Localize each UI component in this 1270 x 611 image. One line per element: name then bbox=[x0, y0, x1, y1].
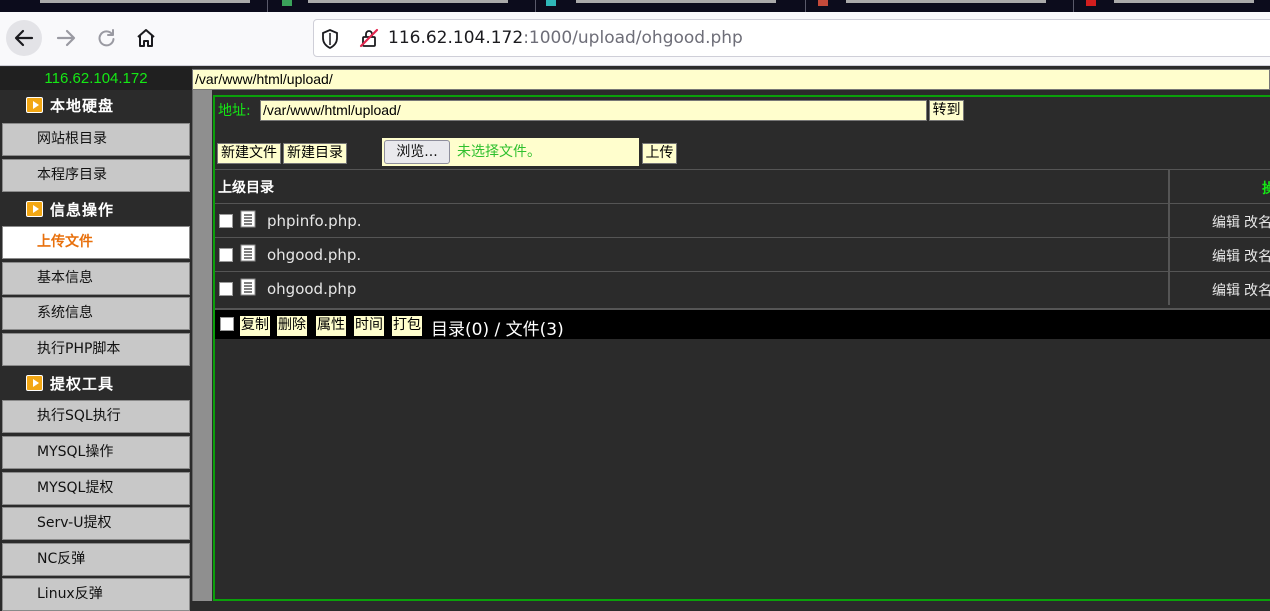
insecure-lock-icon[interactable] bbox=[359, 28, 379, 48]
top-path-bar: /var/www/html/upload/ bbox=[192, 69, 1270, 90]
sidebar-item-program-dir[interactable]: 本程序目录 bbox=[2, 159, 190, 192]
sidebar-item-linux-reverse[interactable]: Linux反弹 bbox=[2, 578, 190, 611]
copy-button[interactable]: 复制 bbox=[240, 316, 270, 336]
file-icon bbox=[240, 244, 256, 262]
section-title: 提权工具 bbox=[50, 375, 115, 393]
section-title: 信息操作 bbox=[50, 201, 115, 219]
address-input[interactable]: /var/www/html/upload/ bbox=[260, 100, 927, 121]
host-ip: 116.62.104.172 bbox=[0, 67, 192, 90]
sidebar-section-local-disk: 本地硬盘 bbox=[0, 90, 192, 122]
sidebar-item-servu-priv[interactable]: Serv-U提权 bbox=[2, 507, 190, 540]
browser-tab-3[interactable] bbox=[536, 0, 806, 12]
sidebar-item-system-info[interactable]: 系统信息 bbox=[2, 297, 190, 330]
sidebar: 本地硬盘 网站根目录 本程序目录 信息操作 上传文件 基本信息 系统信息 执行P… bbox=[0, 90, 192, 611]
browser-tab-4[interactable] bbox=[806, 0, 1074, 12]
file-name-link[interactable]: phpinfo.php. bbox=[267, 212, 362, 230]
play-icon bbox=[26, 375, 43, 391]
upload-button[interactable]: 上传 bbox=[642, 143, 677, 164]
file-icon bbox=[240, 278, 256, 296]
file-manager-panel: 地址: /var/www/html/upload/ 转到 新建文件 新建目录 浏… bbox=[213, 95, 1270, 601]
sidebar-item-basic-info[interactable]: 基本信息 bbox=[2, 262, 190, 295]
file-name-link[interactable]: ohgood.php bbox=[267, 280, 356, 298]
operations-header: 操 bbox=[1262, 181, 1270, 197]
address-label: 地址: bbox=[218, 103, 251, 119]
sidebar-splitter[interactable] bbox=[192, 90, 212, 601]
rename-link[interactable]: 改名 bbox=[1244, 249, 1270, 265]
new-file-button[interactable]: 新建文件 bbox=[217, 143, 281, 164]
sidebar-item-upload-file[interactable]: 上传文件 bbox=[2, 226, 190, 259]
file-chooser: 浏览... 未选择文件。 bbox=[382, 138, 639, 166]
rename-link[interactable]: 改名 bbox=[1244, 283, 1270, 299]
browse-button[interactable]: 浏览... bbox=[384, 140, 450, 164]
row-checkbox[interactable] bbox=[219, 248, 233, 262]
sidebar-section-info-ops: 信息操作 bbox=[0, 194, 192, 226]
delete-button[interactable]: 删除 bbox=[277, 316, 307, 336]
pack-button[interactable]: 打包 bbox=[392, 316, 422, 336]
back-button[interactable] bbox=[6, 20, 42, 56]
sidebar-item-exec-sql[interactable]: 执行SQL执行 bbox=[2, 400, 190, 433]
rename-link[interactable]: 改名 bbox=[1244, 215, 1270, 231]
browser-tab-1[interactable] bbox=[0, 0, 268, 12]
table-row: ohgood.php 编辑 改名 bbox=[215, 271, 1270, 305]
edit-link[interactable]: 编辑 bbox=[1212, 283, 1240, 299]
table-header-row: 上级目录 操 bbox=[215, 169, 1270, 203]
tab-strip bbox=[0, 0, 1270, 12]
reload-icon bbox=[98, 29, 115, 47]
forward-button[interactable] bbox=[48, 20, 84, 56]
arrow-right-icon bbox=[56, 29, 76, 47]
attributes-button[interactable]: 属性 bbox=[316, 316, 346, 336]
page: 116.62.104.172 /var/www/html/upload/ 本地硬… bbox=[0, 67, 1270, 611]
browser-tab-2[interactable] bbox=[268, 0, 536, 12]
file-name-link[interactable]: ohgood.php. bbox=[267, 246, 361, 264]
table-row: phpinfo.php. 编辑 改名 bbox=[215, 203, 1270, 237]
sidebar-item-nc-reverse[interactable]: NC反弹 bbox=[2, 543, 190, 576]
home-icon bbox=[137, 29, 155, 47]
section-title: 本地硬盘 bbox=[50, 97, 115, 115]
no-file-selected-text: 未选择文件。 bbox=[457, 144, 541, 160]
new-dir-button[interactable]: 新建目录 bbox=[283, 143, 347, 164]
goto-button[interactable]: 转到 bbox=[929, 100, 964, 121]
play-icon bbox=[26, 97, 43, 113]
browser-tab-5[interactable] bbox=[1074, 0, 1270, 12]
edit-link[interactable]: 编辑 bbox=[1212, 215, 1240, 231]
play-icon bbox=[26, 201, 43, 217]
url-text[interactable]: 116.62.104.172:1000/upload/ohgood.php bbox=[388, 28, 743, 48]
row-checkbox[interactable] bbox=[219, 282, 233, 296]
arrow-left-icon bbox=[14, 29, 34, 47]
bulk-action-bar: 复制 删除 属性 时间 打包 目录(0) / 文件(3) bbox=[215, 308, 1270, 340]
browser-toolbar: 116.62.104.172:1000/upload/ohgood.php bbox=[0, 12, 1270, 66]
home-button[interactable] bbox=[128, 20, 164, 56]
url-bar[interactable]: 116.62.104.172:1000/upload/ohgood.php bbox=[313, 19, 1270, 57]
dir-file-count: 目录(0) / 文件(3) bbox=[431, 320, 564, 340]
file-icon bbox=[240, 210, 256, 228]
table-row: ohgood.php. 编辑 改名 bbox=[215, 237, 1270, 271]
sidebar-item-mysql-priv[interactable]: MYSQL提权 bbox=[2, 472, 190, 505]
select-all-checkbox[interactable] bbox=[220, 317, 234, 331]
row-checkbox[interactable] bbox=[219, 214, 233, 228]
sidebar-item-site-root[interactable]: 网站根目录 bbox=[2, 123, 190, 156]
time-button[interactable]: 时间 bbox=[354, 316, 384, 336]
sidebar-item-mysql-ops[interactable]: MYSQL操作 bbox=[2, 436, 190, 469]
edit-link[interactable]: 编辑 bbox=[1212, 249, 1240, 265]
sidebar-item-exec-php[interactable]: 执行PHP脚本 bbox=[2, 333, 190, 366]
parent-dir-link[interactable]: 上级目录 bbox=[218, 177, 274, 197]
reload-button[interactable] bbox=[88, 20, 124, 56]
sidebar-section-privilege-tools: 提权工具 bbox=[0, 368, 192, 400]
shield-icon[interactable] bbox=[321, 29, 339, 49]
